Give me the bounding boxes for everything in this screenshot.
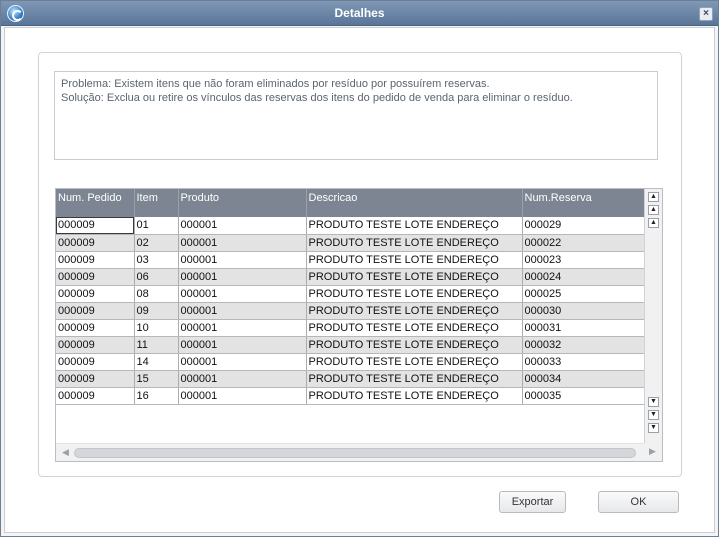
table-cell[interactable]: 000009	[56, 234, 135, 252]
table-cell[interactable]: 000009	[56, 387, 135, 405]
column-header[interactable]: Num.Reserva	[522, 189, 645, 217]
table-cell[interactable]: 000009	[56, 302, 135, 320]
table-cell[interactable]: 000001	[178, 302, 307, 320]
table-cell[interactable]: 000031	[522, 319, 645, 337]
table-row[interactable]: 000009 14 000001 PRODUTO TESTE LOTE ENDEREÇ…	[56, 353, 645, 371]
table-row[interactable]: 000009 09 000001 PRODUTO TESTE LOTE ENDEREÇ…	[56, 302, 645, 320]
table-cell[interactable]: 01	[134, 217, 179, 235]
table-row[interactable]: 000009 16 000001 PRODUTO TESTE LOTE ENDEREÇ…	[56, 387, 645, 405]
table-cell[interactable]: PRODUTO TESTE LOTE ENDEREÇO	[306, 353, 523, 371]
table-row[interactable]: 000009 15 000001 PRODUTO TESTE LOTE ENDEREÇ…	[56, 370, 645, 388]
table-cell[interactable]: PRODUTO TESTE LOTE ENDEREÇO	[306, 302, 523, 320]
table-cell[interactable]: 000001	[178, 336, 307, 354]
vertical-scrollbar[interactable]: ▲ ▲ ▲ ▼ ▼ ▼	[644, 189, 662, 443]
column-header[interactable]: Num. Pedido	[56, 189, 135, 217]
table-cell[interactable]: 000035	[522, 387, 645, 405]
table-cell[interactable]: 000001	[178, 387, 307, 405]
table-row[interactable]: 000009 08 000001 PRODUTO TESTE LOTE ENDEREÇ…	[56, 285, 645, 303]
table-cell[interactable]: PRODUTO TESTE LOTE ENDEREÇO	[306, 268, 523, 286]
column-header[interactable]: Descricao	[306, 189, 523, 217]
table-cell[interactable]: 000001	[178, 268, 307, 286]
table-cell[interactable]: 000033	[522, 353, 645, 371]
table-cell[interactable]: 000025	[522, 285, 645, 303]
table-cell[interactable]: PRODUTO TESTE LOTE ENDEREÇO	[306, 370, 523, 388]
scroll-left-icon[interactable]: ◀	[62, 447, 69, 458]
table-cell[interactable]: 000009	[56, 319, 135, 337]
table-row[interactable]: 000009 02 000001 PRODUTO TESTE LOTE ENDEREÇ…	[56, 234, 645, 252]
table-cell[interactable]: 000001	[178, 353, 307, 371]
table-cell[interactable]: 10	[134, 319, 179, 337]
table-cell[interactable]: 000001	[178, 370, 307, 388]
table-cell[interactable]: 000029	[522, 217, 645, 235]
title-bar[interactable]: Detalhes ×	[1, 1, 718, 26]
table-cell[interactable]: 000001	[178, 319, 307, 337]
table-cell[interactable]: 000009	[56, 336, 135, 354]
scroll-right-icon[interactable]: ▶	[649, 446, 656, 457]
scroll-page-up-icon[interactable]: ▲	[648, 205, 659, 215]
solution-text: Solução: Exclua ou retire os vínculos da…	[61, 92, 573, 104]
problem-text: Problema: Existem itens que não foram el…	[61, 78, 490, 90]
table-cell[interactable]: 08	[134, 285, 179, 303]
table-cell[interactable]: PRODUTO TESTE LOTE ENDEREÇO	[306, 319, 523, 337]
table-cell[interactable]: 000009	[56, 251, 135, 269]
table-cell[interactable]: 11	[134, 336, 179, 354]
horizontal-scroll-thumb[interactable]	[74, 448, 636, 458]
table-cell[interactable]: 000001	[178, 234, 307, 252]
table-cell[interactable]: 09	[134, 302, 179, 320]
table-cell[interactable]: 000034	[522, 370, 645, 388]
table-cell[interactable]: PRODUTO TESTE LOTE ENDEREÇO	[306, 285, 523, 303]
scroll-up-icon[interactable]: ▲	[648, 218, 659, 228]
table-row[interactable]: 000009 03 000001 PRODUTO TESTE LOTE ENDEREÇ…	[56, 251, 645, 269]
table-cell[interactable]: 000001	[178, 217, 307, 235]
table-cell[interactable]: 02	[134, 234, 179, 252]
details-group: Problema: Existem itens que não foram el…	[38, 52, 682, 477]
scroll-corner: ▶	[644, 443, 662, 461]
table-cell[interactable]: PRODUTO TESTE LOTE ENDEREÇO	[306, 217, 523, 235]
scroll-bottom-icon[interactable]: ▼	[648, 423, 659, 433]
table-cell[interactable]: 000009	[56, 353, 135, 371]
table-row[interactable]: 000009 10 000001 PRODUTO TESTE LOTE ENDEREÇ…	[56, 319, 645, 337]
dialog-content: Problema: Existem itens que não foram el…	[4, 27, 715, 533]
table-cell[interactable]: 000023	[522, 251, 645, 269]
table-cell[interactable]: 000001	[178, 251, 307, 269]
column-header[interactable]: Produto	[178, 189, 307, 217]
table-cell[interactable]: 16	[134, 387, 179, 405]
table-cell[interactable]: PRODUTO TESTE LOTE ENDEREÇO	[306, 251, 523, 269]
scroll-page-down-icon[interactable]: ▼	[648, 410, 659, 420]
table-cell[interactable]: PRODUTO TESTE LOTE ENDEREÇO	[306, 336, 523, 354]
table-row[interactable]: 000009 01 000001 PRODUTO TESTE LOTE ENDEREÇ…	[56, 217, 645, 235]
scroll-top-icon[interactable]: ▲	[648, 192, 659, 202]
reservations-table: Num. Pedido Item Produto Descricao Num.R…	[56, 189, 645, 405]
table-cell[interactable]: 000030	[522, 302, 645, 320]
table-cell[interactable]: 000009	[56, 217, 135, 235]
scroll-down-icon[interactable]: ▼	[648, 397, 659, 407]
table-cell[interactable]: 15	[134, 370, 179, 388]
close-icon[interactable]: ×	[699, 7, 713, 21]
table-cell[interactable]: 000009	[56, 268, 135, 286]
table-cell[interactable]: 03	[134, 251, 179, 269]
table-row[interactable]: 000009 06 000001 PRODUTO TESTE LOTE ENDEREÇ…	[56, 268, 645, 286]
table-cell[interactable]: 000032	[522, 336, 645, 354]
dialog-window: Detalhes × Problema: Existem itens que n…	[0, 0, 719, 537]
table-cell[interactable]: 000022	[522, 234, 645, 252]
table-header-row: Num. Pedido Item Produto Descricao Num.R…	[56, 189, 645, 217]
table-cell[interactable]: 000001	[178, 285, 307, 303]
window-title: Detalhes	[334, 6, 385, 20]
table-cell[interactable]: 000024	[522, 268, 645, 286]
table-cell[interactable]: PRODUTO TESTE LOTE ENDEREÇO	[306, 234, 523, 252]
reservations-grid[interactable]: Num. Pedido Item Produto Descricao Num.R…	[55, 188, 663, 462]
table-cell[interactable]: PRODUTO TESTE LOTE ENDEREÇO	[306, 387, 523, 405]
ok-button[interactable]: OK	[598, 491, 679, 513]
table-cell[interactable]: 06	[134, 268, 179, 286]
message-box[interactable]: Problema: Existem itens que não foram el…	[54, 71, 658, 160]
table-cell[interactable]: 14	[134, 353, 179, 371]
table-cell[interactable]: 000009	[56, 370, 135, 388]
table-cell[interactable]: 000009	[56, 285, 135, 303]
horizontal-scrollbar[interactable]: ◀	[56, 443, 644, 461]
export-button[interactable]: Exportar	[499, 491, 566, 513]
column-header[interactable]: Item	[134, 189, 179, 217]
table-row[interactable]: 000009 11 000001 PRODUTO TESTE LOTE ENDEREÇ…	[56, 336, 645, 354]
